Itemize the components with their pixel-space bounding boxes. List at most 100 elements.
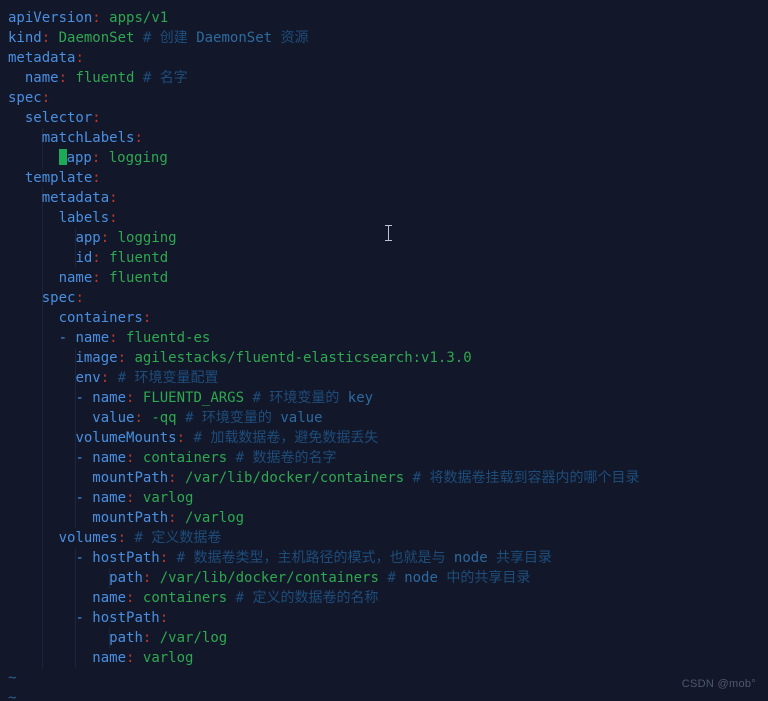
yaml-line[interactable]: app: logging [0,228,768,248]
yaml-line[interactable]: value: -qq # 环境变量的 value [0,408,768,428]
yaml-line[interactable]: spec: [0,288,768,308]
yaml-line[interactable]: - name: varlog [0,488,768,508]
yaml-value: logging [108,150,168,166]
yaml-key: env [75,370,101,386]
indent-guide [41,188,43,208]
yaml-space [134,70,142,86]
yaml-space [109,370,117,386]
yaml-line[interactable]: name: containers # 定义的数据卷的名称 [0,588,768,608]
yaml-list-dash: - [75,450,93,466]
yaml-colon: : [109,190,118,206]
indent-guide [41,228,43,248]
yaml-key: volumeMounts [75,430,177,446]
indent-guide [75,628,77,648]
indent-guide [75,428,77,448]
yaml-colon: : [92,270,101,286]
yaml-line[interactable]: spec: [0,88,768,108]
indent-guide [41,568,43,588]
yaml-key: selector [24,110,93,126]
yaml-value: -qq [151,410,177,426]
yaml-space [134,30,142,46]
yaml-line[interactable]: path: /var/log [0,628,768,648]
yaml-key: name [92,390,127,406]
yaml-line[interactable]: selector: [0,108,768,128]
yaml-line[interactable]: containers: [0,308,768,328]
yaml-code-area[interactable]: apiVersion: apps/v1 kind: DaemonSet # 创建 … [0,8,768,668]
yaml-line[interactable]: mountPath: /var/lib/docker/containers # … [0,468,768,488]
yaml-key: name [92,490,127,506]
yaml-key: value [92,410,135,426]
yaml-space [404,470,412,486]
yaml-comment: # 环境变量的 value [185,410,323,426]
yaml-line[interactable]: - hostPath: # 数据卷类型，主机路径的模式，也就是与 node 共享… [0,548,768,568]
yaml-colon: : [41,90,51,106]
indent-guide [75,448,77,468]
yaml-space [168,550,176,566]
csdn-watermark: CSDN @mob° [681,678,756,690]
yaml-list-dash: - [75,390,93,406]
indent-guide [41,368,43,388]
yaml-key: name [92,650,127,666]
yaml-space [134,390,142,406]
yaml-line[interactable]: env: # 环境变量配置 [0,368,768,388]
yaml-colon: : [134,130,143,146]
yaml-line[interactable]: volumes: # 定义数据卷 [0,528,768,548]
yaml-comment: # 环境变量配置 [117,370,219,386]
yaml-colon: : [176,430,186,446]
yaml-value: containers [142,590,228,606]
yaml-line[interactable]: apiVersion: apps/v1 [0,8,768,28]
yaml-line[interactable]: id: fluentd [0,248,768,268]
yaml-line[interactable]: - name: FLUENTD_ARGS # 环境变量的 key [0,388,768,408]
yaml-key: app [75,230,101,246]
yaml-value: logging [117,230,177,246]
yaml-list-dash: - [75,610,93,626]
indent-guide [41,548,43,568]
yaml-line[interactable]: matchLabels: [0,128,768,148]
yaml-key: matchLabels [41,130,135,146]
yaml-colon: : [92,110,101,126]
yaml-colon: : [159,610,169,626]
yaml-line[interactable]: app: logging [0,148,768,168]
yaml-value: apps/v1 [109,10,169,26]
indent-guide [41,328,43,348]
yaml-comment: # 创建 DaemonSet 资源 [142,30,309,46]
yaml-line[interactable]: template: [0,168,768,188]
yaml-line[interactable]: name: fluentd [0,268,768,288]
yaml-comment: # 环境变量的 key [252,390,374,406]
yaml-line[interactable]: metadata: [0,48,768,68]
yaml-line[interactable]: image: agilestacks/fluentd-elasticsearch… [0,348,768,368]
yaml-key: labels [58,210,110,226]
yaml-comment: # 名字 [142,70,188,86]
yaml-colon: : [168,510,177,526]
yaml-line[interactable]: volumeMounts: # 加载数据卷，避免数据丢失 [0,428,768,448]
yaml-line[interactable]: - name: fluentd-es [0,328,768,348]
yaml-space [50,30,58,46]
yaml-value: /var/lib/docker/containers [185,470,405,486]
yaml-line[interactable]: kind: DaemonSet # 创建 DaemonSet 资源 [0,28,768,48]
yaml-space [109,230,117,246]
yaml-line[interactable]: name: varlog [0,648,768,668]
indent-guide [41,508,43,528]
yaml-line[interactable]: mountPath: /varlog [0,508,768,528]
yaml-line[interactable]: - hostPath: [0,608,768,628]
yaml-space [101,250,109,266]
indent-guide [75,468,77,488]
yaml-line[interactable]: - name: containers # 数据卷的名字 [0,448,768,468]
yaml-line[interactable]: name: fluentd # 名字 [0,68,768,88]
yaml-list-dash: - [75,490,93,506]
yaml-key: name [24,70,59,86]
yaml-space [100,150,108,166]
vim-terminal-window[interactable]: apiVersion: apps/v1 kind: DaemonSet # 创建 … [0,0,768,701]
yaml-line[interactable]: labels: [0,208,768,228]
yaml-colon: : [134,410,143,426]
yaml-line[interactable]: path: /var/lib/docker/containers # node … [0,568,768,588]
yaml-value: FLUENTD_ARGS [142,390,245,406]
yaml-line[interactable]: metadata: [0,188,768,208]
yaml-key: name [75,330,110,346]
